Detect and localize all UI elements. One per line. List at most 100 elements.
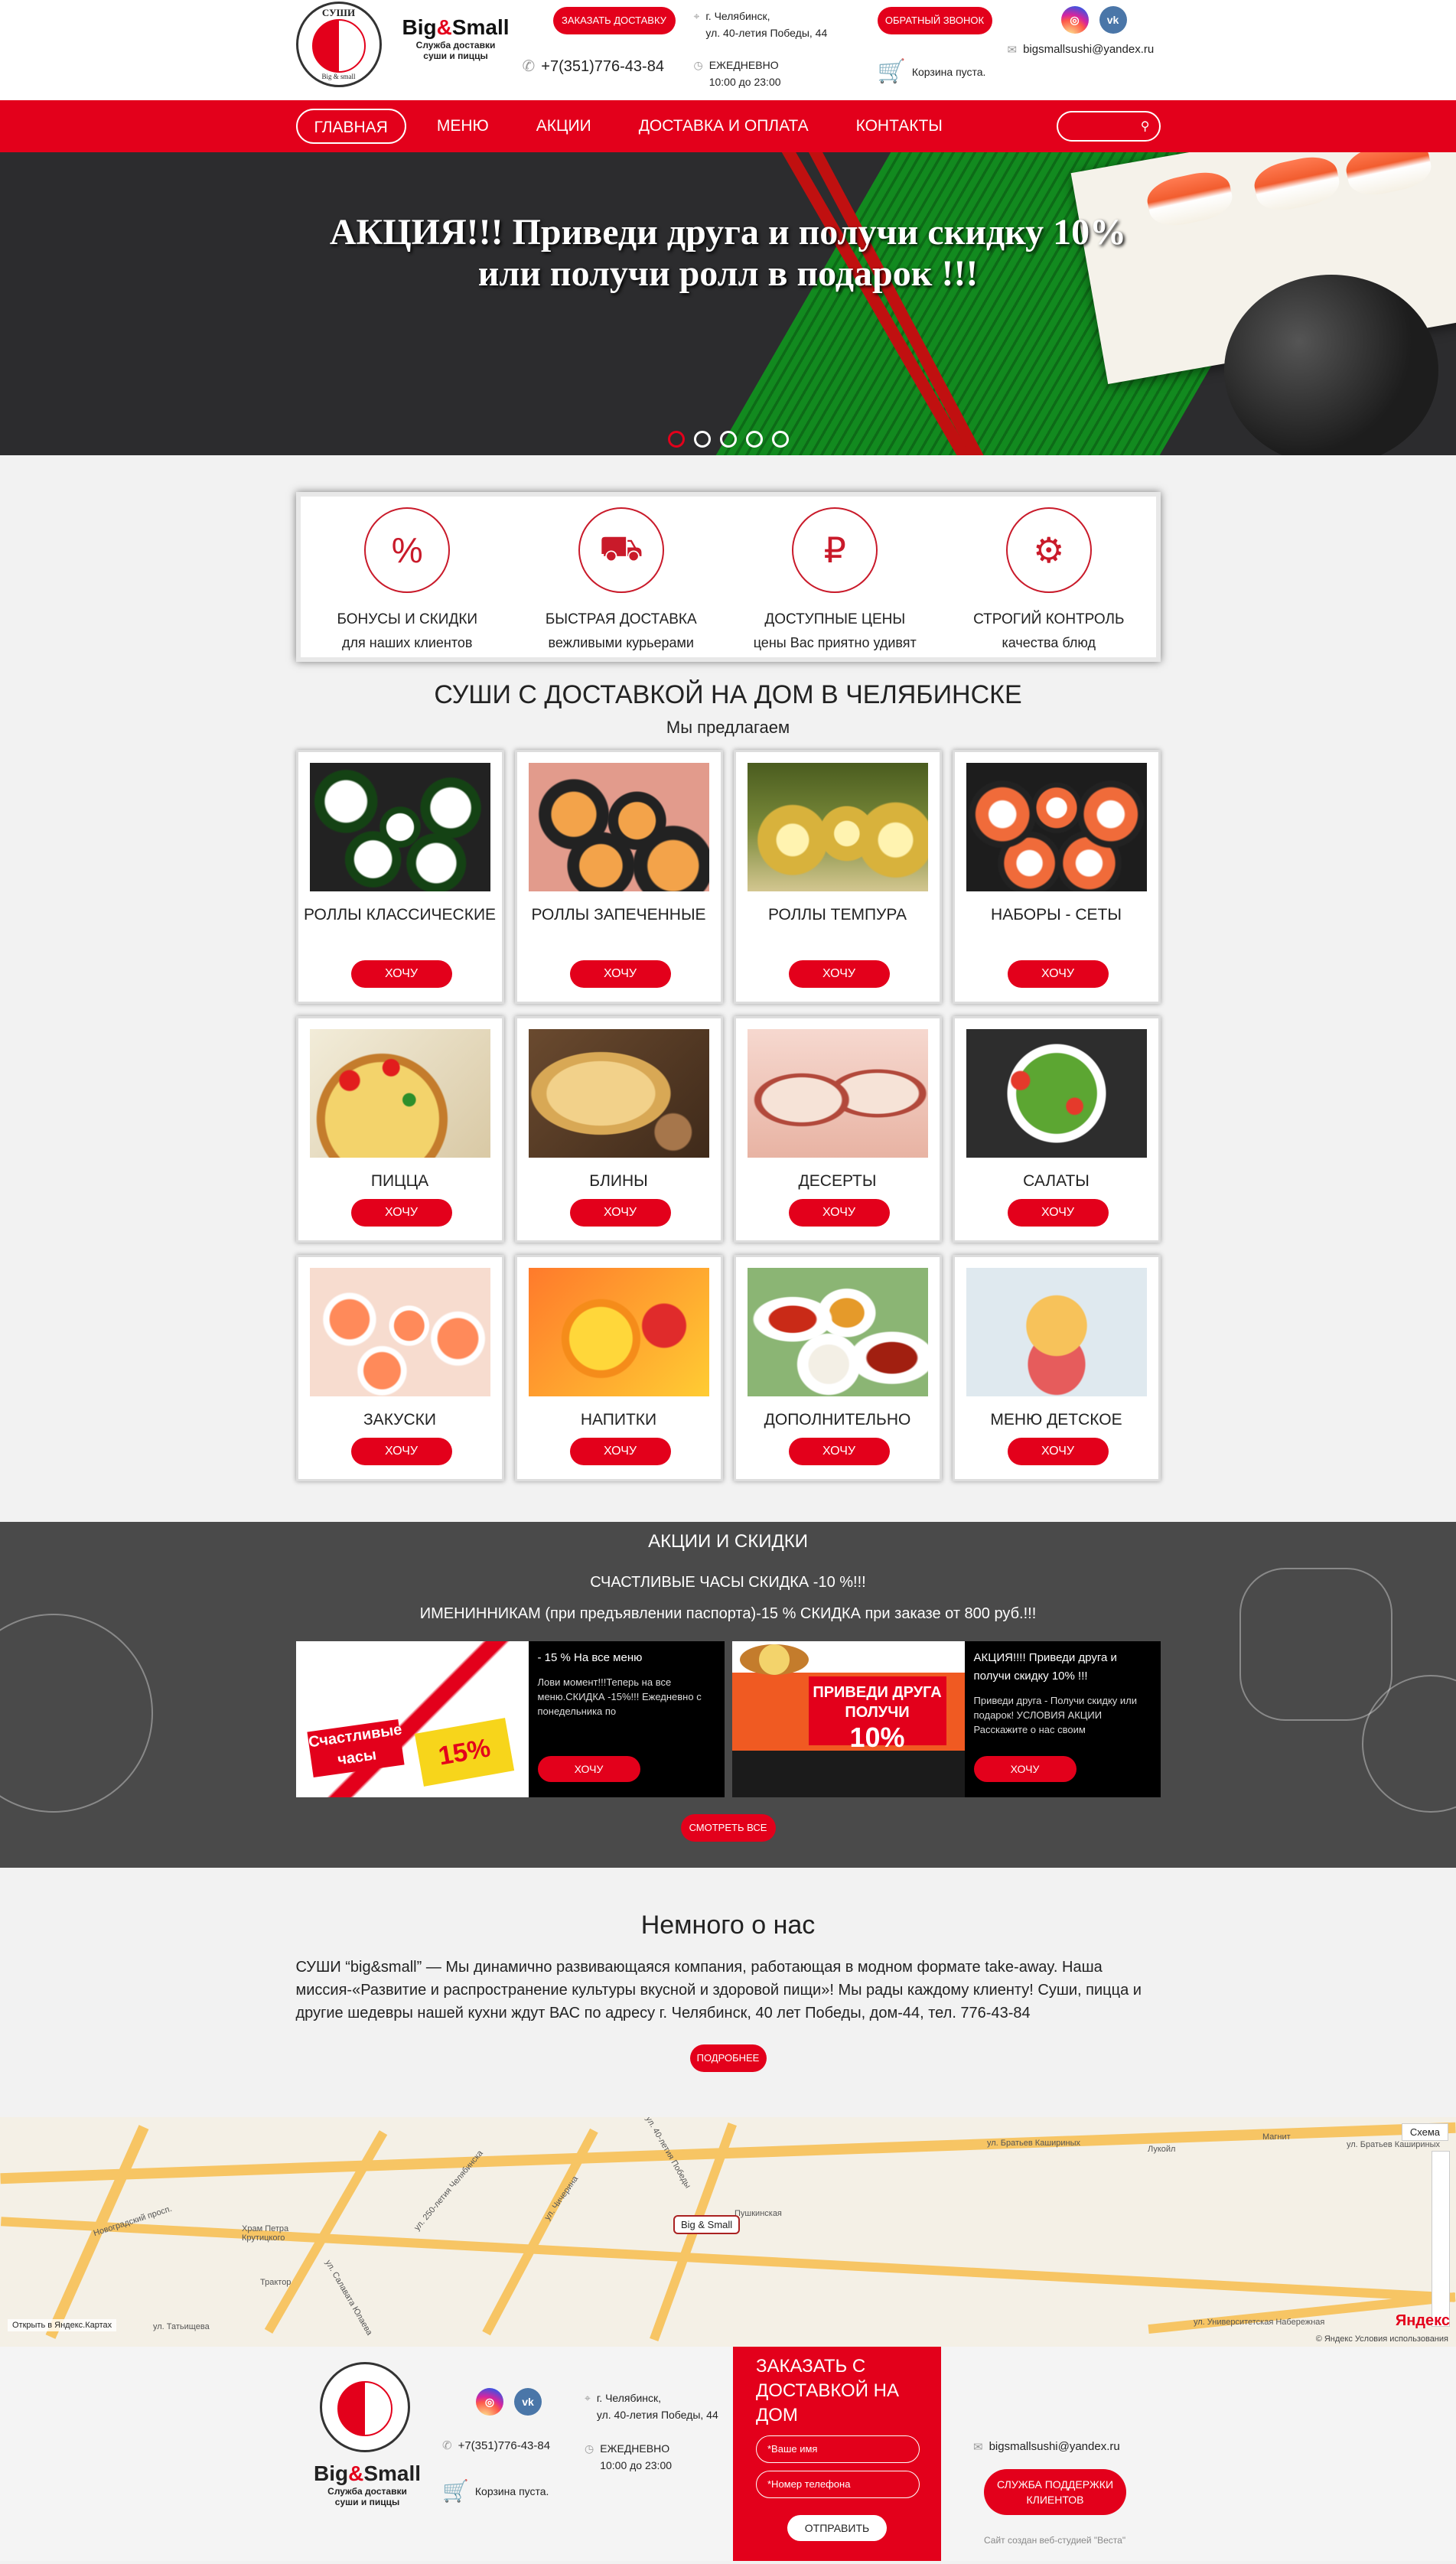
want-button[interactable]: ХОЧУ <box>973 1756 1077 1782</box>
see-all-button[interactable]: СМОТРЕТЬ ВСЕ <box>680 1814 776 1842</box>
logo-text: СУШИ <box>321 7 356 18</box>
want-button[interactable]: ХОЧУ <box>1007 1199 1109 1227</box>
nav-item-menu[interactable]: МЕНЮ <box>420 109 506 144</box>
want-button[interactable]: ХОЧУ <box>1007 960 1109 988</box>
about-section: Немного о нас СУШИ “big&small” — Мы дина… <box>0 1868 1456 2117</box>
footer-logo[interactable] <box>320 2362 410 2452</box>
nav-item-delivery[interactable]: ДОСТАВКА И ОПЛАТА <box>622 109 826 144</box>
search-input[interactable]: ⚲ <box>1056 111 1161 142</box>
want-button[interactable]: ХОЧУ <box>537 1756 640 1782</box>
category-photo <box>309 763 490 891</box>
slider-dot[interactable] <box>719 431 737 448</box>
category-card[interactable]: САЛАТЫ ХОЧУ <box>952 1016 1161 1243</box>
main-content: % БОНУСЫ И СКИДКИ для наших клиентов ⛟ Б… <box>0 455 1456 1522</box>
category-photo <box>747 1268 928 1396</box>
vk-icon[interactable]: vk <box>1099 6 1127 34</box>
map-zoom-control[interactable] <box>1432 2151 1450 2327</box>
slider-dot[interactable] <box>745 431 763 448</box>
category-photo <box>528 1268 709 1396</box>
slider-dot[interactable] <box>771 431 789 448</box>
header-cart[interactable]: 🛒 Корзина пуста. <box>878 58 986 85</box>
map-label: ул. Университетская Набережная <box>1194 2318 1325 2327</box>
category-card[interactable]: БЛИНЫ ХОЧУ <box>514 1016 723 1243</box>
header-email[interactable]: ✉ bigsmallsushi@yandex.ru <box>1008 43 1155 57</box>
quality-box-icon: ⚙ <box>1005 507 1092 593</box>
feature-item: ⛟ БЫСТРАЯ ДОСТАВКА вежливыми курьерами <box>522 507 721 657</box>
category-card[interactable]: ЗАКУСКИ ХОЧУ <box>295 1255 504 1481</box>
order-delivery-button[interactable]: ЗАКАЗАТЬ ДОСТАВКУ <box>552 7 676 34</box>
category-card[interactable]: ДЕСЕРТЫ ХОЧУ <box>733 1016 942 1243</box>
instagram-icon[interactable]: ◎ <box>1060 6 1089 34</box>
category-card[interactable]: РОЛЛЫ КЛАССИЧЕСКИЕ ХОЧУ <box>295 750 504 1004</box>
instagram-icon[interactable]: ◎ <box>476 2388 503 2416</box>
map-pin[interactable]: Big & Small <box>673 2215 741 2234</box>
logo-bottom-text: Big & small <box>321 73 356 80</box>
support-button[interactable]: СЛУЖБА ПОДДЕРЖКИ КЛИЕНТОВ <box>984 2469 1126 2515</box>
vk-icon[interactable]: vk <box>514 2388 542 2416</box>
map-label: ул. Братьев Кашириных <box>1347 2140 1441 2149</box>
mail-icon: ✉ <box>973 2441 983 2454</box>
slider-dot[interactable] <box>693 431 711 448</box>
brand: Big&Small Служба доставки суши и пиццы <box>391 15 521 61</box>
footer-phone[interactable]: ✆ +7(351)776-43-84 <box>442 2439 550 2452</box>
category-card[interactable]: ДОПОЛНИТЕЛЬНО ХОЧУ <box>733 1255 942 1481</box>
map-layer-select[interactable]: Схема <box>1401 2123 1448 2141</box>
category-card[interactable]: ПИЦЦА ХОЧУ <box>295 1016 504 1243</box>
category-card[interactable]: НАБОРЫ - СЕТЫ ХОЧУ <box>952 750 1161 1004</box>
more-button[interactable]: ПОДРОБНЕЕ <box>689 2044 767 2072</box>
map-label: Пушкинская <box>735 2209 782 2218</box>
open-in-yandex-link[interactable]: Открыть в Яндекс.Картах <box>8 2319 117 2331</box>
callback-button[interactable]: ОБРАТНЫЙ ЗВОНОК <box>877 7 992 34</box>
map-label: ул. Братьев Кашириных <box>987 2139 1081 2148</box>
promo-card[interactable]: ПРИВЕДИ ДРУГА ПОЛУЧИ 10% АКЦИЯ!!!! Привед… <box>731 1641 1161 1797</box>
features-block: % БОНУСЫ И СКИДКИ для наших клиентов ⛟ Б… <box>295 492 1161 662</box>
map-label: Магнит <box>1262 2132 1291 2142</box>
logo[interactable]: СУШИ Big & small <box>295 2 382 87</box>
want-button[interactable]: ХОЧУ <box>569 1199 671 1227</box>
footer-cart[interactable]: 🛒 Корзина пуста. <box>442 2478 549 2504</box>
feature-item: ⚙ СТРОГИЙ КОНТРОЛЬ качества блюд <box>949 507 1148 657</box>
want-button[interactable]: ХОЧУ <box>788 1199 890 1227</box>
want-button[interactable]: ХОЧУ <box>569 1438 671 1465</box>
name-field[interactable]: *Ваше имя <box>756 2435 920 2463</box>
nav-item-promo[interactable]: АКЦИИ <box>520 109 608 144</box>
footer-email[interactable]: ✉ bigsmallsushi@yandex.ru <box>973 2440 1120 2454</box>
category-photo <box>966 1029 1147 1158</box>
category-card[interactable]: РОЛЛЫ ЗАПЕЧЕННЫЕ ХОЧУ <box>514 750 723 1004</box>
yandex-logo: Яндекс <box>1395 2312 1450 2329</box>
promo-image-label: ПРИВЕДИ ДРУГА ПОЛУЧИ 10% <box>808 1676 946 1753</box>
want-button[interactable]: ХОЧУ <box>350 1438 452 1465</box>
map-label: ул. Салавата Юлаева <box>323 2258 374 2338</box>
yandex-map[interactable]: ул. Братьев Кашириных ул. Братьев Кашири… <box>0 2117 1456 2347</box>
site-credit[interactable]: Сайт создан веб-студией "Веста" <box>984 2535 1125 2546</box>
want-button[interactable]: ХОЧУ <box>350 960 452 988</box>
category-card[interactable]: НАПИТКИ ХОЧУ <box>514 1255 723 1481</box>
nav-item-home[interactable]: ГЛАВНАЯ <box>295 109 406 144</box>
want-button[interactable]: ХОЧУ <box>1007 1438 1109 1465</box>
catalog-grid: РОЛЛЫ КЛАССИЧЕСКИЕ ХОЧУ РОЛЛЫ ЗАПЕЧЕННЫЕ Х… <box>295 750 1161 1494</box>
map-copyright[interactable]: © Яндекс Условия использования <box>1316 2334 1448 2344</box>
clock-icon: ◷ <box>693 59 703 71</box>
search-icon[interactable]: ⚲ <box>1141 119 1150 134</box>
brand-sub1: Служба доставки <box>415 40 496 50</box>
want-button[interactable]: ХОЧУ <box>788 960 890 988</box>
want-button[interactable]: ХОЧУ <box>788 1438 890 1465</box>
want-button[interactable]: ХОЧУ <box>350 1199 452 1227</box>
want-button[interactable]: ХОЧУ <box>569 960 671 988</box>
main-nav: ГЛАВНАЯ МЕНЮ АКЦИИ ДОСТАВКА И ОПЛАТА КОН… <box>0 100 1456 152</box>
promo-card-desc: Лови момент!!!Теперь на все меню.СКИДКА … <box>537 1676 702 1717</box>
category-photo <box>747 763 928 891</box>
header-phone[interactable]: ✆ +7(351)776-43-84 <box>523 57 664 76</box>
nav-item-contacts[interactable]: КОНТАКТЫ <box>839 109 959 144</box>
send-button[interactable]: ОТПРАВИТЬ <box>787 2515 887 2541</box>
category-card[interactable]: МЕНЮ ДЕТСКОЕ ХОЧУ <box>952 1255 1161 1481</box>
map-label: ул. Татьищева <box>153 2322 210 2331</box>
category-card[interactable]: РОЛЛЫ ТЕМПУРА ХОЧУ <box>733 750 942 1004</box>
decor-sketch <box>0 1614 153 1813</box>
phone-field[interactable]: *Номер телефона <box>756 2471 920 2498</box>
promo-card[interactable]: Счастливые часы 15% - 15 % На все меню Л… <box>295 1641 725 1797</box>
about-title: Немного о нас <box>640 1911 816 1940</box>
yin-yang-icon <box>311 19 366 73</box>
slider-dot[interactable] <box>667 431 685 448</box>
promo-card-title: - 15 % На все меню <box>537 1651 643 1664</box>
